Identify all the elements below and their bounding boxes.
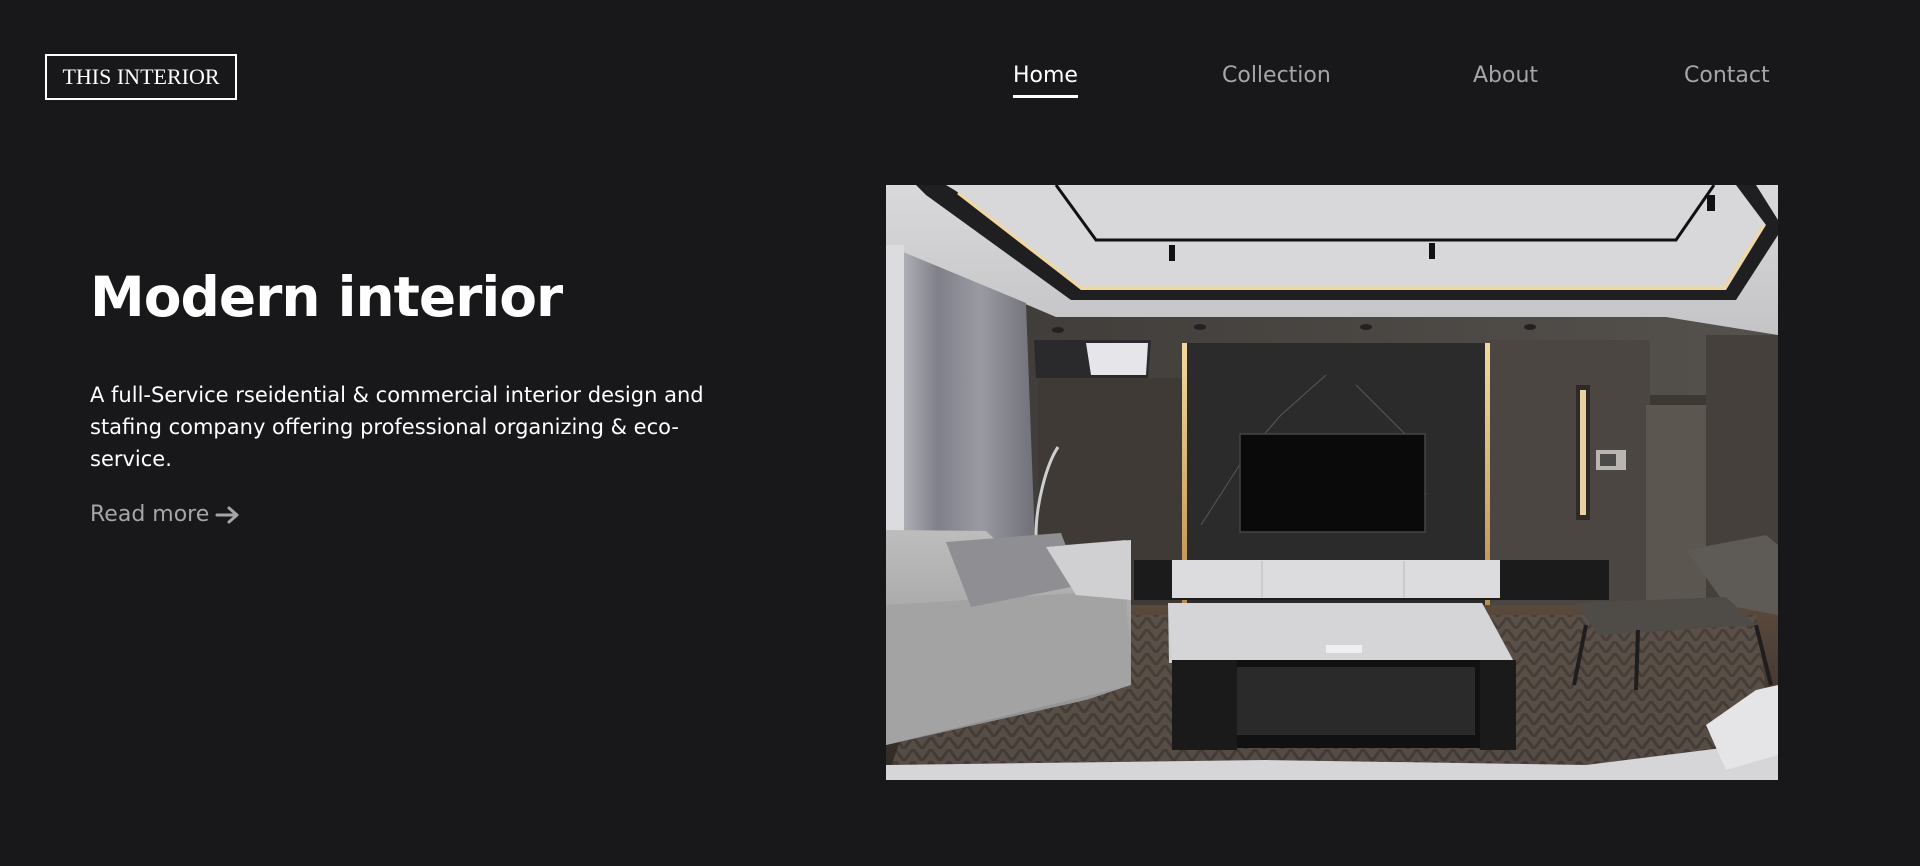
- arrow-right-icon: [215, 505, 241, 525]
- nav-collection-link[interactable]: Collection: [1222, 60, 1331, 92]
- hero-living-room-image: [886, 185, 1778, 780]
- nav-home-link[interactable]: Home: [1013, 60, 1078, 98]
- read-more-link[interactable]: Read more: [90, 499, 241, 531]
- read-more-label: Read more: [90, 502, 210, 527]
- logo[interactable]: THIS INTERIOR: [45, 54, 237, 100]
- hero-description: A full-Service rseidential & commercial …: [90, 383, 704, 471]
- nav-contact-link[interactable]: Contact: [1684, 60, 1770, 92]
- nav-about-link[interactable]: About: [1473, 60, 1538, 92]
- hero-title: Modern interior: [90, 265, 563, 329]
